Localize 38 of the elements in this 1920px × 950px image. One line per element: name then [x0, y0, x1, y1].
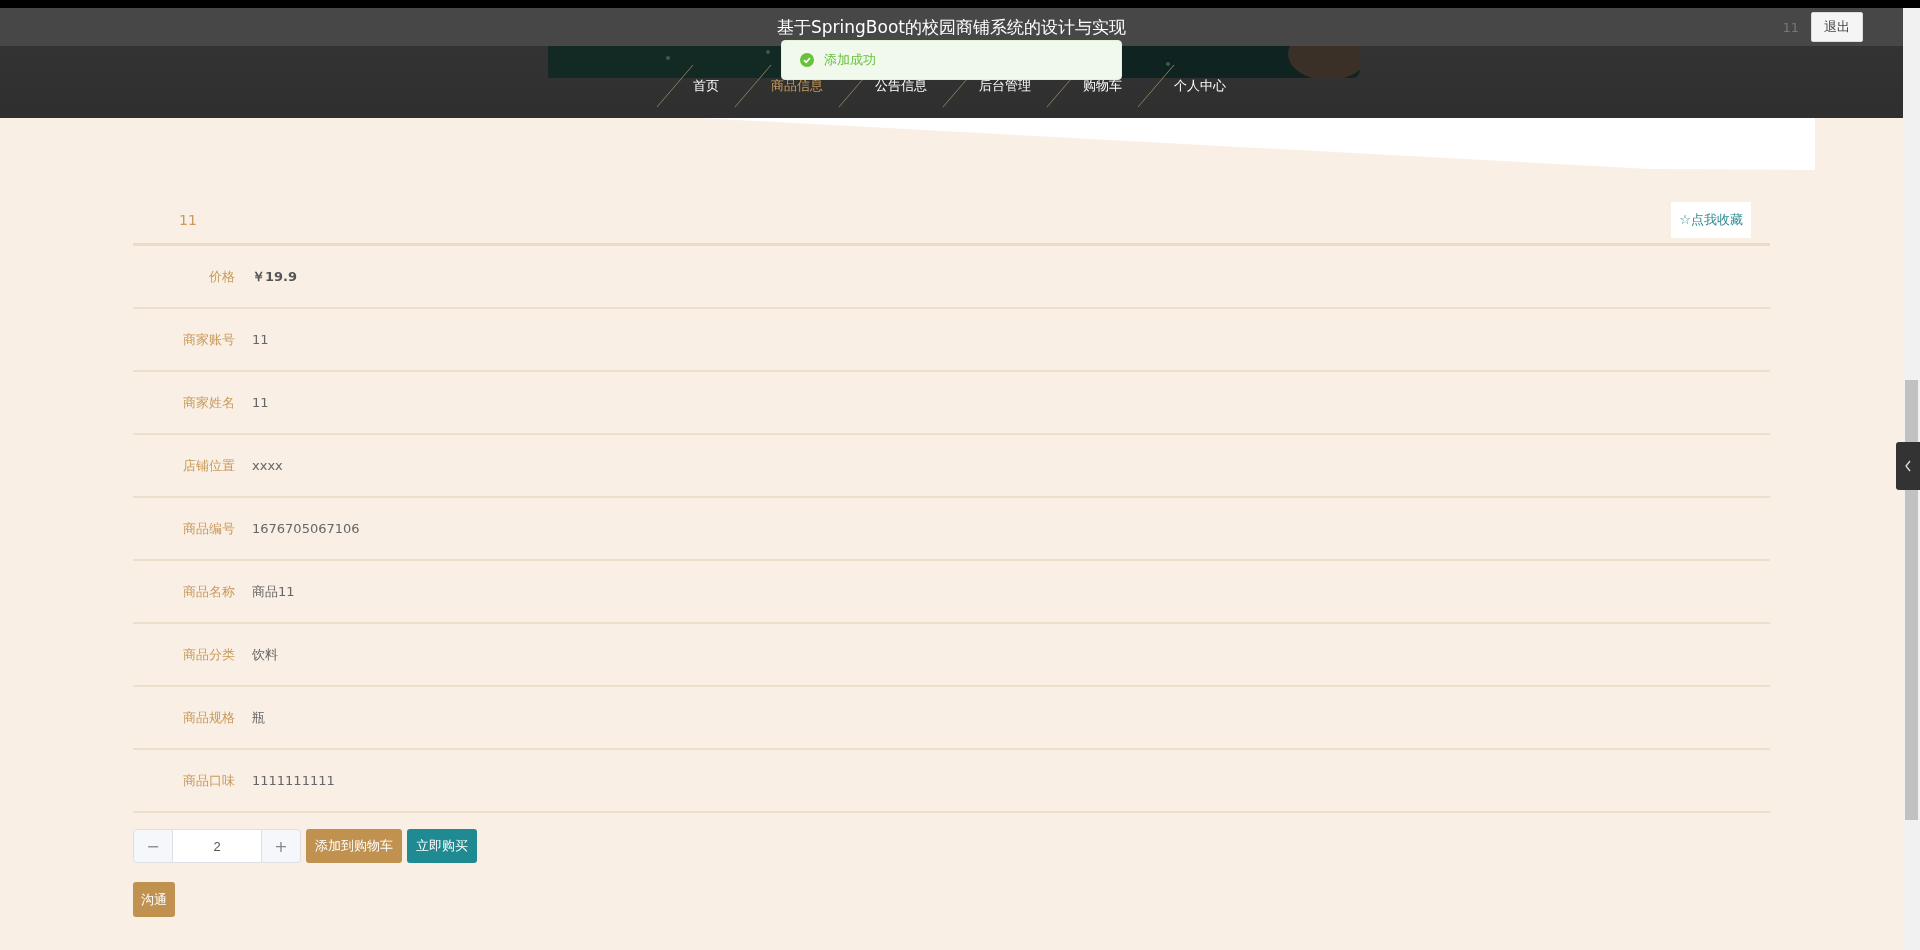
field-label: 商品名称	[182, 582, 235, 601]
chevron-left-icon	[1904, 460, 1912, 472]
field-value: 商品11	[252, 582, 295, 601]
divider-line	[733, 63, 773, 109]
check-circle-icon	[800, 53, 814, 67]
field-label: 商品分类	[182, 645, 235, 664]
favorite-button[interactable]: ☆点我收藏	[1671, 201, 1751, 238]
field-label: 商家姓名	[182, 393, 235, 412]
nav-link[interactable]: 个人中心	[1162, 77, 1254, 95]
field-label: 价格	[208, 267, 235, 286]
buy-now-button[interactable]: 立即购买	[407, 829, 477, 863]
field-value: 1111111111	[252, 773, 335, 788]
nav-link[interactable]: 公告信息	[863, 77, 955, 95]
nav-link[interactable]: 商品信息	[759, 77, 851, 95]
field-label: 商品口味	[182, 771, 235, 790]
field-value: 饮料	[252, 645, 278, 664]
field-label: 商家账号	[182, 330, 235, 349]
price-value: ￥19.9	[252, 267, 298, 286]
scrollbar[interactable]	[1903, 8, 1920, 950]
field-value: 11	[252, 332, 269, 347]
field-label: 商品编号	[182, 519, 235, 538]
logout-button[interactable]: 退出	[1811, 12, 1863, 42]
nav-link[interactable]: 首页	[681, 77, 747, 95]
field-value: 11	[252, 395, 269, 410]
field-value: 1676705067106	[252, 521, 360, 536]
nav-link[interactable]: 购物车	[1071, 77, 1150, 95]
field-label: 店铺位置	[182, 456, 235, 475]
drawer-toggle-button[interactable]	[1896, 442, 1920, 490]
site-title: 基于SpringBoot的校园商铺系统的设计与实现	[777, 15, 1126, 39]
field-value: xxxx	[252, 458, 283, 473]
nav-link[interactable]: 后台管理	[967, 77, 1059, 95]
field-label: 商品规格	[182, 708, 235, 727]
field-value: 瓶	[252, 708, 265, 727]
divider-line	[655, 63, 695, 109]
product-title: 11	[179, 211, 197, 228]
divider-line	[1136, 63, 1176, 109]
quantity-field[interactable]: 2	[173, 829, 261, 863]
toast-message: 添加成功	[824, 51, 876, 69]
